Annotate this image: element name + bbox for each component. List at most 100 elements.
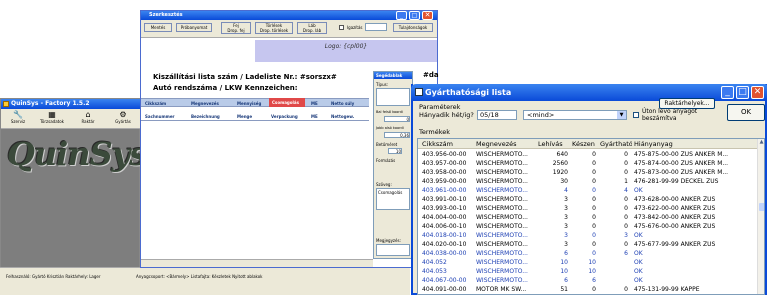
properties-button[interactable]: Tulajdonságok (393, 23, 433, 32)
table-cell: 404.020-00-10 (422, 241, 467, 248)
col-header-hianyanyag[interactable]: Hiányanyag (634, 139, 754, 149)
table-row[interactable]: 404.091-00-00 MOTOR MK SW... 51 0 0 475-131-9… (418, 285, 756, 294)
week-input[interactable]: 05/18 (477, 110, 517, 120)
col-netto-suly[interactable]: Netto súly (331, 101, 367, 106)
table-row[interactable]: 403.958-00-00 WISCHERMOTO... 1920 0 0 475-873… (418, 168, 756, 177)
x1-input[interactable]: 0 (384, 116, 410, 122)
logo-placeholder: Logo: {cpl00} (324, 43, 368, 50)
col-header-cikkszam[interactable]: Cikkszám (422, 139, 468, 149)
col-header-gyarthato[interactable]: Gyártható (600, 139, 632, 149)
col-header-megnevezes[interactable]: Megnevezés (476, 139, 532, 149)
col-me[interactable]: ME (311, 101, 323, 106)
table-row[interactable]: 403.957-00-00 WISCHERMOTO... 2560 0 0 475-874… (418, 159, 756, 168)
table-cell: 473-622-00-00 ANKER ZUS (634, 205, 716, 212)
preview-button[interactable]: Próbanyomat (176, 23, 212, 32)
toolbar-torzsadatok[interactable]: ▦ Törzsadatok (35, 110, 69, 128)
table-row[interactable]: 404.038-00-00 WISCHERMOTO... 6 0 6 OK (418, 249, 756, 258)
table-cell: WISCHERMOTO... (476, 277, 528, 284)
table-cell: 404.053 (422, 268, 447, 275)
note-input[interactable] (376, 244, 410, 256)
table-cell: 403.957-00-00 (422, 160, 467, 167)
chevron-down-icon[interactable]: ▼ (617, 111, 626, 119)
table-cell: 0 (592, 178, 596, 185)
toolbar-szerviz[interactable]: 🔧 Szerviz (3, 110, 33, 128)
text-input[interactable]: Csomagolás (376, 188, 410, 210)
col-megnevezes[interactable]: Megnevezés (191, 101, 227, 106)
col-mennyiseg[interactable]: Mennyiség (237, 101, 265, 106)
table-cell: 0 (592, 286, 596, 293)
close-button[interactable]: ✕ (751, 86, 764, 99)
align-input[interactable] (365, 23, 387, 31)
x2-input[interactable]: 0,36 (384, 132, 410, 138)
table-cell: 3 (564, 223, 568, 230)
report-hscroll[interactable] (141, 259, 373, 267)
group-select[interactable]: <mind> ▼ (523, 110, 627, 120)
table-vscroll[interactable]: ▲ (757, 139, 764, 294)
table-row[interactable]: 404.052 WISCHERMOTO... 10 10 OK (418, 258, 756, 267)
params-label: Paraméterek (419, 103, 461, 111)
maximize-button[interactable]: □ (409, 11, 420, 20)
table-row[interactable]: 403.959-00-00 WISCHERMOTO... 30 0 1 476-281-9… (418, 177, 756, 186)
maximize-button[interactable]: □ (736, 86, 749, 99)
table-cell: 6 (564, 250, 568, 257)
table-cell: 0 (624, 241, 628, 248)
col-bezeichnung: Bezeichnung (191, 114, 220, 119)
align-checkbox[interactable] (339, 25, 344, 30)
fontsize-label: Betűméret (376, 142, 398, 147)
col-header-lehivas[interactable]: Lehívás (538, 139, 568, 149)
table-cell: 404.038-00-00 (422, 250, 467, 257)
table-row[interactable]: 403.991-00-10 WISCHERMOTO... 3 0 0 473-628-00… (418, 195, 756, 204)
products-label: Termékek (419, 128, 451, 136)
table-cell: WISCHERMOTO... (476, 232, 528, 239)
gyart-window: Gyárthatósági lista _ □ ✕ Paraméterek Há… (411, 84, 767, 295)
ok-button[interactable]: OK (727, 104, 765, 121)
table-cell: 473-842-00-00 ANKER ZUS (634, 214, 716, 221)
deletions-button[interactable]: Törlések Drop. törlések (255, 22, 293, 34)
toolbar-raktar[interactable]: ⌂ Raktár (73, 110, 103, 128)
header-button[interactable]: Fej Drop. fej (221, 22, 251, 34)
table-row[interactable]: 403.961-00-00 WISCHERMOTO... 4 0 4 OK (418, 186, 756, 195)
report-titlebar: Szerkesztés (141, 11, 437, 20)
minimize-button[interactable]: _ (396, 11, 407, 20)
fontsize-input[interactable]: 10 (388, 148, 402, 154)
col-cikkszam[interactable]: Cikkszám (145, 101, 175, 106)
warehouses-button[interactable]: Raktárhelyek... (659, 98, 715, 109)
footer-button[interactable]: Láb Drop. láb (297, 22, 327, 34)
type-list[interactable] (376, 88, 410, 106)
table-row[interactable]: 403.956-00-00 WISCHERMOTO... 640 0 0 475-875-… (418, 150, 756, 159)
table-cell: 640 (556, 151, 568, 158)
table-cell: 0 (592, 232, 596, 239)
scroll-up-icon[interactable]: ▲ (758, 139, 764, 147)
table-row[interactable]: 404.018-00-10 WISCHERMOTO... 3 0 3 OK (418, 231, 756, 240)
col-menge: Menge (237, 114, 253, 119)
report-heading-right2: #da (423, 71, 439, 79)
table-cell: WISCHERMOTO... (476, 223, 528, 230)
table-cell: WISCHERMOTO... (476, 205, 528, 212)
gyart-title: Gyárthatósági lista (425, 88, 512, 97)
col-csomagolas[interactable]: Csomagolás (269, 98, 305, 107)
col-header-keszen[interactable]: Készen (572, 139, 598, 149)
table-cell: WISCHERMOTO... (476, 169, 528, 176)
bottomright-label: Jobb alsó koordi (376, 126, 404, 130)
scroll-thumb[interactable] (759, 203, 764, 211)
table-row[interactable]: 404.004-00-00 WISCHERMOTO... 3 0 0 473-842-00… (418, 213, 756, 222)
table-row[interactable]: 404.006-00-10 WISCHERMOTO... 3 0 0 475-676-00… (418, 222, 756, 231)
save-button[interactable]: Mentés (144, 23, 172, 32)
transit-checkbox[interactable] (633, 112, 639, 118)
table-cell: 0 (624, 196, 628, 203)
table-row[interactable]: 403.993-00-10 WISCHERMOTO... 3 0 0 473-622-00… (418, 204, 756, 213)
close-button[interactable]: ✕ (422, 11, 433, 20)
table-row[interactable]: 404.053 WISCHERMOTO... 10 10 OK (418, 267, 756, 276)
table-row[interactable]: 404.020-00-10 WISCHERMOTO... 3 0 0 475-677-99… (418, 240, 756, 249)
report-window: Szerkesztés _ □ ✕ Mentés Próbanyomat Fej… (140, 10, 439, 268)
table-cell: 0 (592, 169, 596, 176)
table-cell: WISCHERMOTO... (476, 187, 528, 194)
table-row[interactable]: 404.067-00-00 WISCHERMOTO... 6 6 OK (418, 276, 756, 285)
toolbar-label: Szerviz (10, 119, 26, 124)
report-heading: Kiszállítási lista szám / Ladeliste Nr.:… (153, 73, 337, 81)
table-cell: 3 (564, 214, 568, 221)
minimize-button[interactable]: _ (721, 86, 734, 99)
taskbar-user: Felhasználó: Gyártó Krisztián Raktárhely… (6, 274, 101, 279)
topleft-label: Bal felső koordi (376, 110, 403, 114)
toolbar-gyartas[interactable]: ⚙ Gyártás (107, 110, 139, 128)
